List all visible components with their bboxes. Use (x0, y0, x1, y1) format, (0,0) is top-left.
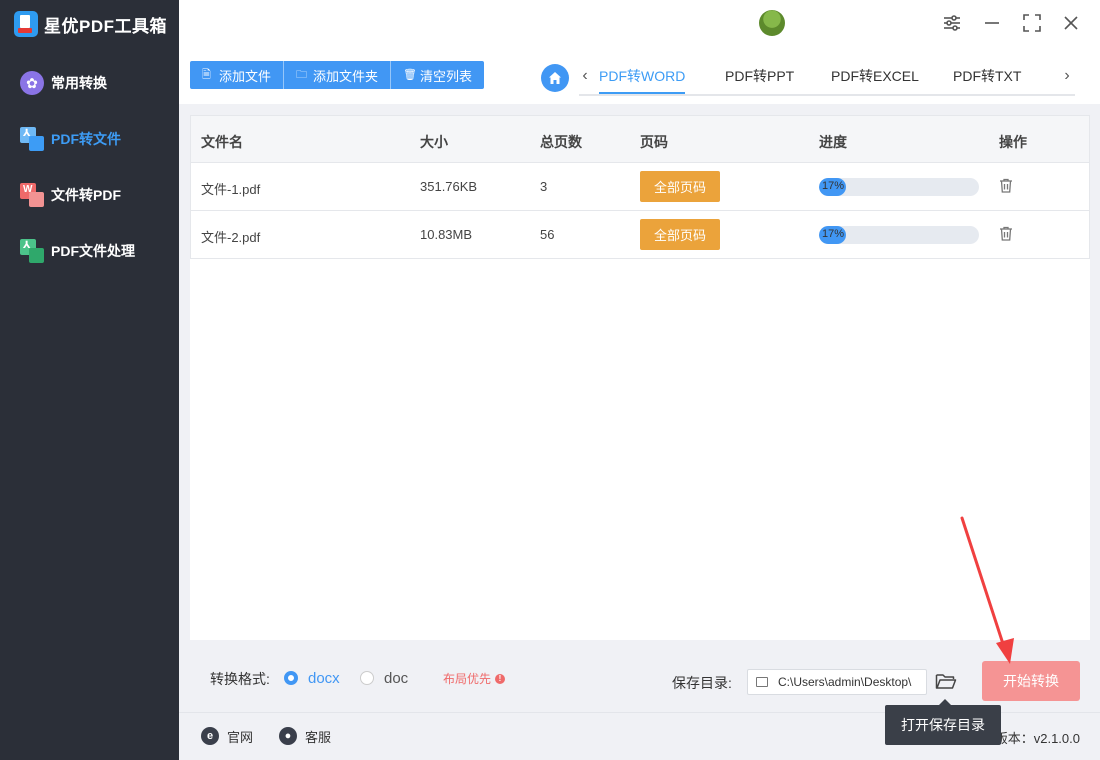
website-link[interactable]: e 官网 (201, 726, 253, 746)
conversion-options-bar: 转换格式: docx doc 布局优先 ! 保存目录: C:\Users\adm… (179, 650, 1100, 712)
file-icon: 🗎 (202, 68, 211, 81)
folder-outline-icon (756, 677, 768, 687)
header-size: 大小 (420, 134, 448, 150)
format-option-label: doc (384, 669, 409, 687)
table-row[interactable]: 文件-1.pdf 351.76KB 3 全部页码 17% (190, 163, 1090, 211)
trash-icon: 🗑 (403, 68, 417, 81)
pdf-processing-icon: ⅄ (20, 239, 44, 263)
add-folder-label: 添加文件夹 (313, 68, 379, 84)
format-label: 转换格式: (210, 671, 270, 687)
header-actions: 操作 (999, 134, 1027, 150)
progress-bar: 17% (819, 226, 979, 244)
avatar[interactable] (759, 10, 785, 36)
support-label: 客服 (305, 729, 332, 745)
file-size: 10.83MB (420, 227, 473, 242)
maximize-icon[interactable] (1020, 11, 1044, 35)
app-title: 星优PDF工具箱 (44, 16, 167, 36)
sidebar-item-label: PDF转文件 (51, 131, 121, 147)
flower-icon (20, 71, 44, 95)
open-folder-icon[interactable] (935, 672, 957, 692)
close-icon[interactable] (1059, 11, 1083, 35)
sidebar-item-pdf-processing[interactable]: ⅄ PDF文件处理 (0, 231, 179, 271)
radio-checked-icon (284, 671, 298, 685)
table-header: 文件名 大小 总页数 页码 进度 操作 (190, 115, 1090, 163)
open-save-dir-tooltip: 打开保存目录 (885, 699, 1001, 745)
website-label: 官网 (227, 729, 254, 745)
home-button[interactable] (541, 64, 569, 92)
layout-priority-label: 布局优先 (443, 672, 492, 686)
delete-trash-icon[interactable] (999, 226, 1015, 242)
tab-scroll-right-icon[interactable]: › (1057, 64, 1077, 88)
progress-text: 17% (822, 228, 845, 240)
version-text: 版本：v2.1.0.0 (994, 731, 1080, 746)
progress-text: 17% (822, 180, 845, 192)
all-pages-button[interactable]: 全部页码 (640, 219, 720, 250)
app-logo-icon (14, 11, 38, 37)
progress-bar: 17% (819, 178, 979, 196)
sidebar-item-common-convert[interactable]: 常用转换 (0, 63, 179, 103)
pdf-to-file-icon: ⅄ (20, 127, 44, 151)
sidebar-item-label: 文件转PDF (51, 187, 121, 203)
radio-unchecked-icon (360, 671, 374, 685)
file-name: 文件-2.pdf (201, 230, 261, 245)
header-page-range: 页码 (640, 134, 668, 150)
chat-bubble-icon: ● (279, 727, 297, 745)
header-filename: 文件名 (201, 134, 243, 150)
file-table: 文件名 大小 总页数 页码 进度 操作 文件-1.pdf 351.76KB 3 … (190, 115, 1090, 640)
format-radio-doc[interactable]: doc (360, 668, 408, 688)
tab-pdf-to-word[interactable]: PDF转WORD (599, 66, 686, 94)
add-folder-button[interactable]: 🗀 添加文件夹 (284, 61, 392, 89)
file-size: 351.76KB (420, 179, 478, 194)
table-row[interactable]: 文件-2.pdf 10.83MB 56 全部页码 17% (190, 211, 1090, 259)
sidebar-item-pdf-to-file[interactable]: ⅄ PDF转文件 (0, 119, 179, 159)
layout-priority-hint[interactable]: 布局优先 ! (443, 670, 506, 687)
header-pages: 总页数 (540, 134, 582, 150)
ie-globe-icon: e (201, 727, 219, 745)
info-icon: ! (495, 673, 506, 684)
minimize-icon[interactable] (980, 11, 1004, 35)
save-dir-value: C:\Users\admin\Desktop\ (778, 675, 912, 689)
tab-pdf-to-excel[interactable]: PDF转EXCEL (831, 66, 919, 94)
tab-pdf-to-txt[interactable]: PDF转TXT (953, 66, 1021, 94)
sidebar-item-label: 常用转换 (51, 75, 107, 91)
header: 🗎 添加文件 🗀 添加文件夹 🗑 清空列表 ‹ PDF转WORD PDF转PPT… (179, 0, 1100, 104)
settings-sliders-icon[interactable] (940, 11, 964, 35)
file-name: 文件-1.pdf (201, 182, 261, 197)
support-link[interactable]: ● 客服 (279, 726, 331, 746)
clear-list-button[interactable]: 🗑 清空列表 (391, 61, 484, 89)
format-radio-docx[interactable]: docx (284, 668, 340, 688)
add-file-label: 添加文件 (219, 68, 272, 84)
sidebar: 星优PDF工具箱 常用转换 ⅄ PDF转文件 W 文件转PDF ⅄ PDF文件处… (0, 0, 179, 760)
conversion-tabs: PDF转WORD PDF转PPT PDF转EXCEL PDF转TXT (579, 58, 1075, 96)
tab-pdf-to-ppt[interactable]: PDF转PPT (725, 66, 794, 94)
file-to-pdf-icon: W (20, 183, 44, 207)
file-pages: 56 (540, 227, 555, 242)
file-pages: 3 (540, 179, 548, 194)
file-toolbar: 🗎 添加文件 🗀 添加文件夹 🗑 清空列表 (190, 61, 485, 89)
save-dir-input[interactable]: C:\Users\admin\Desktop\ (747, 669, 927, 695)
home-icon (549, 72, 561, 84)
sidebar-item-label: PDF文件处理 (51, 243, 135, 259)
header-progress: 进度 (819, 134, 847, 150)
add-file-button[interactable]: 🗎 添加文件 (190, 61, 285, 89)
format-option-label: docx (308, 669, 340, 687)
username-redacted (789, 16, 929, 30)
folder-icon: 🗀 (296, 68, 308, 81)
start-convert-button[interactable]: 开始转换 (982, 661, 1080, 701)
brand: 星优PDF工具箱 (14, 10, 167, 38)
sidebar-item-file-to-pdf[interactable]: W 文件转PDF (0, 175, 179, 215)
clear-list-label: 清空列表 (420, 68, 473, 84)
all-pages-button[interactable]: 全部页码 (640, 171, 720, 202)
save-dir-label: 保存目录: (672, 675, 732, 691)
delete-trash-icon[interactable] (999, 178, 1015, 194)
